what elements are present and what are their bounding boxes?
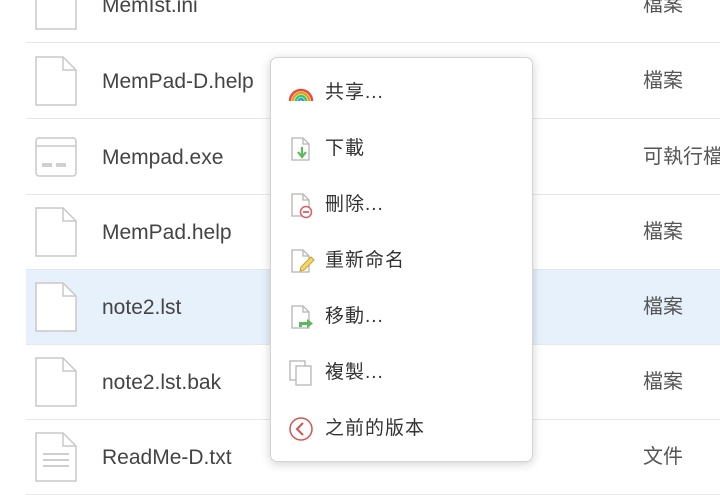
file-name: MemPad-D.help (102, 70, 254, 93)
menu-item-copy[interactable]: 複製... (271, 345, 532, 401)
file-name: note2.lst (102, 296, 182, 319)
file-type: 檔案 (643, 296, 683, 318)
menu-item-label: 刪除... (325, 194, 384, 215)
file-name: ReadMe-D.txt (102, 446, 232, 469)
file-type: 檔案 (643, 221, 683, 243)
menu-item-label: 複製... (325, 362, 384, 383)
rename-icon (291, 249, 315, 273)
move-icon (291, 305, 313, 329)
menu-item-label: 重新命名 (325, 250, 406, 271)
file-name: Mempad.exe (102, 146, 224, 169)
file-type: 檔案 (643, 0, 683, 16)
file-name: MemIst.ini (102, 0, 198, 17)
menu-item-rename[interactable]: 重新命名 (271, 233, 532, 289)
copy-icon (289, 360, 312, 386)
file-type: 文件 (643, 446, 683, 468)
menu-item-delete[interactable]: 刪除... (271, 177, 532, 233)
delete-icon (291, 193, 313, 219)
menu-item-label: 移動... (325, 306, 384, 327)
menu-item-previous-versions[interactable]: 之前的版本 (271, 401, 532, 457)
executable-icon (35, 137, 77, 177)
file-icon (35, 207, 77, 257)
share-icon (288, 88, 314, 102)
file-icon (35, 0, 77, 30)
file-type: 檔案 (643, 70, 683, 92)
menu-item-move[interactable]: 移動... (271, 289, 532, 345)
file-icon (35, 357, 77, 407)
text-file-icon (35, 432, 77, 482)
download-icon (291, 137, 310, 161)
file-type: 檔案 (643, 371, 683, 393)
menu-item-label: 之前的版本 (325, 418, 426, 439)
menu-item-download[interactable]: 下載 (271, 121, 532, 177)
file-name: note2.lst.bak (102, 371, 222, 394)
menu-item-label: 共享... (325, 82, 384, 103)
file-row[interactable]: MemIst.ini 檔案 (26, 0, 720, 43)
context-menu: 共享... 下載 刪除... 重新命名 移動... 複製... 之前的版本 (270, 57, 533, 462)
previous-versions-icon (289, 417, 313, 441)
menu-item-share[interactable]: 共享... (271, 65, 532, 121)
file-type: 可執行檔 (643, 146, 720, 168)
file-name: MemPad.help (102, 221, 232, 244)
menu-item-label: 下載 (325, 138, 366, 159)
file-icon (35, 56, 77, 106)
file-icon (35, 282, 77, 332)
